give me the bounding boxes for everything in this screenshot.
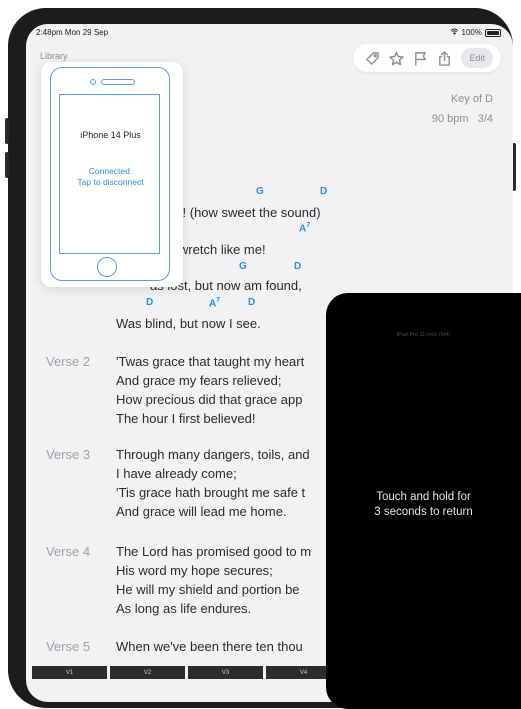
overlay-message-line: 3 seconds to return <box>374 506 473 518</box>
phone-screen[interactable]: iPhone 14 Plus Connected. Tap to disconn… <box>59 94 160 254</box>
lyric-line: And grace will lead me home. <box>116 504 287 519</box>
chord-extension: 7 <box>216 297 221 304</box>
lyric-line: As long as life endures. <box>116 601 252 616</box>
chord: A7 <box>299 222 310 234</box>
iphone-illustration: iPhone 14 Plus Connected. Tap to disconn… <box>50 67 170 281</box>
lyric-line: His word my hope secures; <box>116 563 273 578</box>
return-overlay[interactable]: iPad Pro 11-inch (M4) Touch and hold for… <box>326 293 521 709</box>
lyric-line: And grace my fears relieved; <box>116 373 282 388</box>
tab-v2[interactable]: V2 <box>110 666 185 679</box>
speaker-icon <box>101 79 135 85</box>
overlay-message: Touch and hold for 3 seconds to return <box>326 490 521 520</box>
overlay-message-line: Touch and hold for <box>376 491 471 503</box>
chord: A7 <box>209 297 220 309</box>
lyric-line: He will my shield and portion be <box>116 582 300 597</box>
lyric-line: The hour I first believed! <box>116 411 256 426</box>
home-button-icon <box>97 257 117 277</box>
overlay-device-title: iPad Pro 11-inch (M4) <box>396 332 451 338</box>
chord-extension: 7 <box>306 222 311 229</box>
chord: D <box>294 261 302 272</box>
chord: D <box>248 297 256 308</box>
disconnect-hint: Tap to disconnect <box>77 177 144 187</box>
device-popover: iPhone 14 Plus Connected. Tap to disconn… <box>41 62 183 287</box>
lyric-line: How precious did that grace app <box>116 392 303 407</box>
connection-status: Connected. <box>88 166 133 176</box>
lyric-line: Through many dangers, toils, and <box>116 447 310 462</box>
chord: G <box>256 186 264 197</box>
verse-label: Verse 2 <box>46 354 91 369</box>
lyric-line: 'Twas grace that taught my heart <box>116 354 305 369</box>
volume-down-button <box>5 152 9 178</box>
section-tabs: V1 V2 V3 V4 <box>32 666 341 679</box>
verse-label: Verse 4 <box>46 544 91 559</box>
lyric-line: When we've been there ten thou <box>116 639 303 654</box>
lyric-line: The Lord has promised good to m <box>116 544 312 559</box>
disconnect-link[interactable]: Connected. Tap to disconnect <box>60 166 161 188</box>
volume-up-button <box>5 118 9 144</box>
tab-v1[interactable]: V1 <box>32 666 107 679</box>
verse-label: Verse 3 <box>46 447 91 462</box>
lyric-line: I have already come; <box>116 466 237 481</box>
chord: D <box>320 186 328 197</box>
lyric-line: 'Tis grace hath brought me safe t <box>116 485 306 500</box>
camera-icon <box>90 79 96 85</box>
chord: G <box>239 261 247 272</box>
device-name: iPhone 14 Plus <box>80 130 141 140</box>
lyric-line: Was blind, but now I see. <box>116 316 261 331</box>
chord: D <box>146 297 154 308</box>
tab-v3[interactable]: V3 <box>188 666 263 679</box>
verse-label: Verse 5 <box>46 639 91 654</box>
